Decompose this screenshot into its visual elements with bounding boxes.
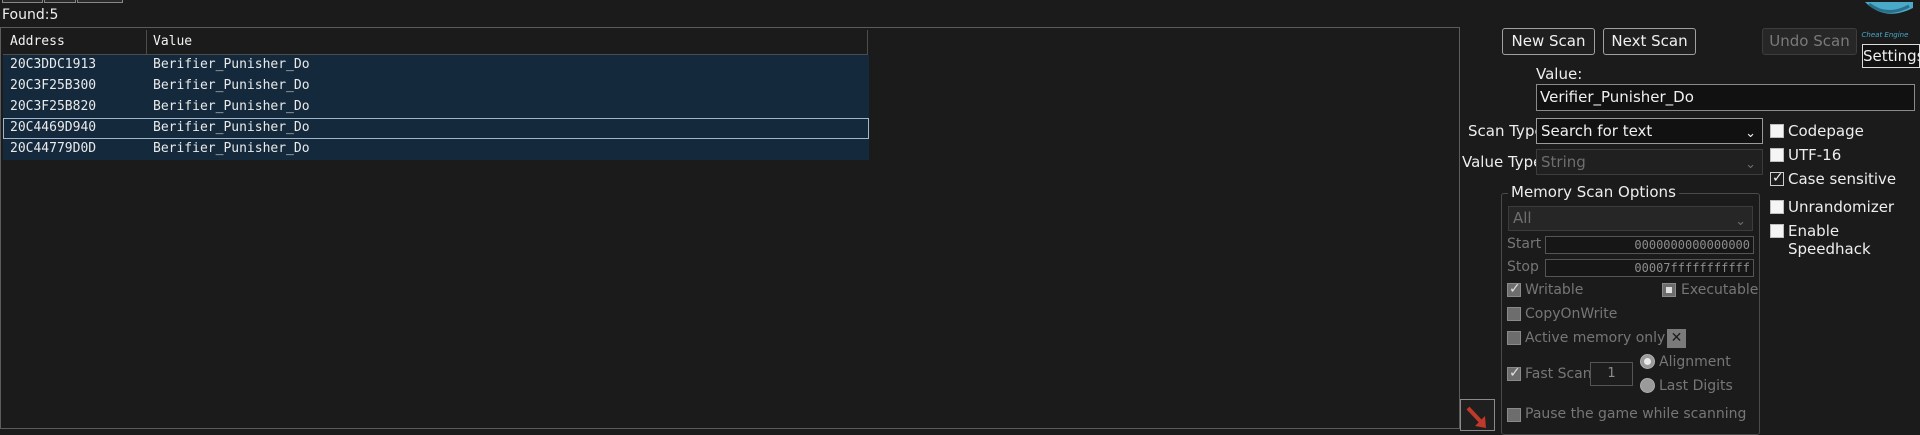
close-icon[interactable]: ✕ bbox=[1667, 329, 1686, 348]
results-rows: 20C3DDC1913 Berifier_Punisher_Do 20C3F25B… bbox=[3, 55, 869, 160]
results-header: Address Value bbox=[3, 30, 868, 56]
value-type-value: String bbox=[1541, 153, 1586, 171]
fast-scan-value-field[interactable]: 1 bbox=[1590, 362, 1633, 386]
table-row-focused[interactable]: 20C4469D940 Berifier_Punisher_Do bbox=[3, 118, 869, 139]
unrandomizer-checkbox[interactable] bbox=[1770, 200, 1784, 214]
start-address-field[interactable]: 0000000000000000 bbox=[1545, 236, 1754, 254]
svg-text:Cheat Engine: Cheat Engine bbox=[1862, 31, 1909, 39]
scan-type-select[interactable]: Search for text ⌄ bbox=[1536, 118, 1763, 144]
active-memory-label: Active memory only bbox=[1525, 330, 1666, 346]
last-digits-label: Last Digits bbox=[1659, 378, 1733, 394]
top-stub-button-2[interactable] bbox=[44, 0, 76, 3]
writable-label: Writable bbox=[1525, 282, 1584, 298]
address-cell: 20C3F25B820 bbox=[10, 99, 97, 114]
utf16-label: UTF-16 bbox=[1788, 146, 1842, 164]
results-list[interactable]: Address Value 20C3DDC1913 Berifier_Punish… bbox=[0, 27, 1460, 429]
arrow-down-right-icon bbox=[1466, 406, 1486, 428]
column-address[interactable]: Address bbox=[10, 30, 65, 54]
memory-region-select[interactable]: All ⌄ bbox=[1508, 206, 1753, 231]
alignment-label: Alignment bbox=[1659, 354, 1731, 370]
value-cell: Berifier_Punisher_Do bbox=[153, 78, 310, 93]
chevron-down-icon: ⌄ bbox=[1745, 126, 1756, 141]
last-digits-radio[interactable] bbox=[1640, 378, 1655, 393]
codepage-checkbox[interactable] bbox=[1770, 124, 1784, 138]
chevron-down-icon: ⌄ bbox=[1745, 157, 1756, 172]
add-to-list-button[interactable] bbox=[1460, 399, 1495, 431]
scan-type-value: Search for text bbox=[1541, 122, 1653, 140]
address-cell: 20C3F25B300 bbox=[10, 78, 97, 93]
table-row[interactable]: 20C3F25B820 Berifier_Punisher_Do bbox=[3, 97, 869, 118]
column-divider[interactable] bbox=[146, 30, 147, 56]
value-cell: Berifier_Punisher_Do bbox=[153, 120, 310, 135]
table-row[interactable]: 20C3F25B300 Berifier_Punisher_Do bbox=[3, 76, 869, 97]
value-label: Value: bbox=[1536, 65, 1583, 83]
case-sensitive-checkbox[interactable]: ✓ bbox=[1770, 170, 1784, 186]
speedhack-checkbox[interactable] bbox=[1770, 224, 1784, 238]
pause-game-label: Pause the game while scanning bbox=[1525, 406, 1747, 422]
address-cell: 20C44779D0D bbox=[10, 141, 97, 156]
undo-scan-button[interactable]: Undo Scan bbox=[1762, 28, 1857, 55]
address-cell: 20C3DDC1913 bbox=[10, 57, 97, 72]
start-label: Start bbox=[1507, 236, 1542, 252]
value-cell: Berifier_Punisher_Do bbox=[153, 141, 310, 156]
table-row[interactable]: 20C44779D0D Berifier_Punisher_Do bbox=[3, 139, 869, 160]
cheat-engine-logo-icon[interactable]: Cheat Engine bbox=[1855, 0, 1917, 40]
unrandomizer-label: Unrandomizer bbox=[1788, 198, 1895, 216]
found-label: Found: bbox=[2, 7, 50, 23]
chevron-down-icon: ⌄ bbox=[1735, 214, 1746, 229]
next-scan-button[interactable]: Next Scan bbox=[1603, 28, 1696, 55]
speedhack-label: Enable Speedhack bbox=[1788, 222, 1871, 258]
top-stub-button-1[interactable] bbox=[2, 0, 43, 3]
stop-label: Stop bbox=[1507, 259, 1539, 275]
copy-on-write-checkbox[interactable] bbox=[1507, 307, 1521, 321]
check-icon: ✓ bbox=[1509, 281, 1521, 297]
copy-on-write-label: CopyOnWrite bbox=[1525, 306, 1618, 322]
found-number: 5 bbox=[49, 7, 59, 23]
indeterminate-icon bbox=[1666, 287, 1672, 293]
fast-scan-checkbox[interactable]: ✓ bbox=[1507, 365, 1521, 381]
value-cell: Berifier_Punisher_Do bbox=[153, 57, 310, 72]
found-count: Found:5 bbox=[2, 7, 58, 23]
table-row[interactable]: 20C3DDC1913 Berifier_Punisher_Do bbox=[3, 55, 869, 76]
stop-address-field[interactable]: 00007fffffffffff bbox=[1545, 259, 1754, 277]
active-memory-checkbox[interactable] bbox=[1507, 331, 1521, 345]
value-input[interactable]: Verifier_Punisher_Do bbox=[1536, 84, 1915, 111]
alignment-radio[interactable] bbox=[1640, 354, 1655, 369]
pause-game-checkbox[interactable] bbox=[1507, 408, 1521, 422]
settings-button[interactable]: Settings bbox=[1862, 44, 1920, 68]
memory-scan-options-title: Memory Scan Options bbox=[1508, 183, 1679, 201]
scan-type-label: Scan Type bbox=[1468, 122, 1544, 140]
column-divider-end[interactable] bbox=[867, 30, 868, 56]
memory-region-value: All bbox=[1513, 209, 1532, 227]
fast-scan-label: Fast Scan bbox=[1525, 366, 1592, 382]
value-cell: Berifier_Punisher_Do bbox=[153, 99, 310, 114]
check-icon: ✓ bbox=[1772, 170, 1784, 186]
value-type-label: Value Type bbox=[1462, 153, 1543, 171]
value-type-select[interactable]: String ⌄ bbox=[1536, 149, 1763, 175]
check-icon: ✓ bbox=[1509, 365, 1521, 381]
column-value[interactable]: Value bbox=[153, 30, 192, 54]
executable-label: Executable bbox=[1681, 282, 1759, 298]
utf16-checkbox[interactable] bbox=[1770, 148, 1784, 162]
top-stub-button-3[interactable] bbox=[77, 0, 123, 3]
address-cell: 20C4469D940 bbox=[10, 120, 97, 135]
executable-checkbox[interactable] bbox=[1662, 283, 1676, 297]
writable-checkbox[interactable]: ✓ bbox=[1507, 281, 1521, 297]
codepage-label: Codepage bbox=[1788, 122, 1864, 140]
new-scan-button[interactable]: New Scan bbox=[1502, 28, 1595, 55]
case-sensitive-label: Case sensitive bbox=[1788, 170, 1897, 188]
